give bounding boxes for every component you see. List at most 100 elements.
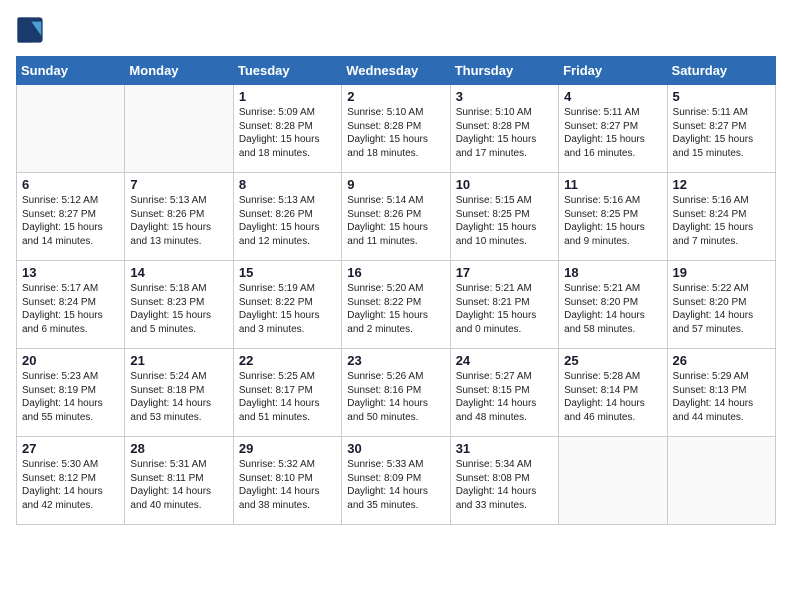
calendar-cell: 15Sunrise: 5:19 AM Sunset: 8:22 PM Dayli… [233,261,341,349]
calendar-week-row: 6 Sunrise: 5:12 AM Sunset: 8:27 PM Daylig… [17,173,776,261]
day-number: 9 [347,177,444,192]
day-number: 16 [347,265,444,280]
calendar-cell: 30Sunrise: 5:33 AM Sunset: 8:09 PM Dayli… [342,437,450,525]
day-number: 19 [673,265,770,280]
day-of-week-header: Wednesday [342,57,450,85]
calendar-cell: 9 Sunrise: 5:14 AM Sunset: 8:26 PM Daylig… [342,173,450,261]
day-of-week-header: Sunday [17,57,125,85]
day-info: Sunrise: 5:31 AM Sunset: 8:11 PM Dayligh… [130,458,227,512]
day-info: Sunrise: 5:13 AM Sunset: 8:26 PM Dayligh… [130,194,227,248]
day-info: Sunrise: 5:32 AM Sunset: 8:10 PM Dayligh… [239,458,336,512]
day-number: 1 [239,89,336,104]
day-number: 14 [130,265,227,280]
calendar-cell: 17 Sunrise: 5:21 AM Sunset: 8:21 PM Dayli… [450,261,558,349]
day-info: Sunrise: 5:16 AM Sunset: 8:24 PM Dayligh… [673,194,770,248]
calendar-week-row: 1 Sunrise: 5:09 AM Sunset: 8:28 PM Daylig… [17,85,776,173]
calendar-cell: 24 Sunrise: 5:27 AM Sunset: 8:15 PM Dayli… [450,349,558,437]
calendar-cell: 5Sunrise: 5:11 AM Sunset: 8:27 PM Daylig… [667,85,775,173]
calendar-week-row: 13 Sunrise: 5:17 AM Sunset: 8:24 PM Dayli… [17,261,776,349]
calendar-cell: 3 Sunrise: 5:10 AM Sunset: 8:28 PM Daylig… [450,85,558,173]
day-info: Sunrise: 5:10 AM Sunset: 8:28 PM Dayligh… [456,106,553,160]
day-of-week-header: Thursday [450,57,558,85]
calendar-cell: 26 Sunrise: 5:29 AM Sunset: 8:13 PM Dayli… [667,349,775,437]
day-info: Sunrise: 5:34 AM Sunset: 8:08 PM Dayligh… [456,458,553,512]
calendar-cell: 11Sunrise: 5:16 AM Sunset: 8:25 PM Dayli… [559,173,667,261]
day-number: 3 [456,89,553,104]
day-number: 21 [130,353,227,368]
calendar-week-row: 20 Sunrise: 5:23 AM Sunset: 8:19 PM Dayli… [17,349,776,437]
day-number: 18 [564,265,661,280]
day-number: 31 [456,441,553,456]
day-info: Sunrise: 5:28 AM Sunset: 8:14 PM Dayligh… [564,370,661,424]
calendar-cell [17,85,125,173]
calendar-cell [559,437,667,525]
day-number: 15 [239,265,336,280]
calendar-cell: 12 Sunrise: 5:16 AM Sunset: 8:24 PM Dayli… [667,173,775,261]
calendar-cell: 23Sunrise: 5:26 AM Sunset: 8:16 PM Dayli… [342,349,450,437]
day-info: Sunrise: 5:29 AM Sunset: 8:13 PM Dayligh… [673,370,770,424]
day-number: 22 [239,353,336,368]
day-number: 4 [564,89,661,104]
day-number: 17 [456,265,553,280]
day-info: Sunrise: 5:33 AM Sunset: 8:09 PM Dayligh… [347,458,444,512]
day-of-week-header: Friday [559,57,667,85]
day-info: Sunrise: 5:15 AM Sunset: 8:25 PM Dayligh… [456,194,553,248]
logo [16,16,48,44]
day-info: Sunrise: 5:26 AM Sunset: 8:16 PM Dayligh… [347,370,444,424]
day-of-week-header: Saturday [667,57,775,85]
day-number: 7 [130,177,227,192]
day-number: 12 [673,177,770,192]
day-number: 11 [564,177,661,192]
day-number: 13 [22,265,119,280]
calendar-cell [667,437,775,525]
day-info: Sunrise: 5:21 AM Sunset: 8:20 PM Dayligh… [564,282,661,336]
calendar-cell: 18 Sunrise: 5:21 AM Sunset: 8:20 PM Dayli… [559,261,667,349]
day-info: Sunrise: 5:20 AM Sunset: 8:22 PM Dayligh… [347,282,444,336]
calendar-header: SundayMondayTuesdayWednesdayThursdayFrid… [17,57,776,85]
calendar-cell: 27Sunrise: 5:30 AM Sunset: 8:12 PM Dayli… [17,437,125,525]
day-number: 6 [22,177,119,192]
day-info: Sunrise: 5:24 AM Sunset: 8:18 PM Dayligh… [130,370,227,424]
day-number: 29 [239,441,336,456]
day-info: Sunrise: 5:18 AM Sunset: 8:23 PM Dayligh… [130,282,227,336]
day-info: Sunrise: 5:23 AM Sunset: 8:19 PM Dayligh… [22,370,119,424]
calendar-cell: 31 Sunrise: 5:34 AM Sunset: 8:08 PM Dayli… [450,437,558,525]
day-info: Sunrise: 5:09 AM Sunset: 8:28 PM Dayligh… [239,106,336,160]
day-number: 5 [673,89,770,104]
calendar-body: 1 Sunrise: 5:09 AM Sunset: 8:28 PM Daylig… [17,85,776,525]
calendar-cell: 1 Sunrise: 5:09 AM Sunset: 8:28 PM Daylig… [233,85,341,173]
day-number: 24 [456,353,553,368]
calendar-cell: 6 Sunrise: 5:12 AM Sunset: 8:27 PM Daylig… [17,173,125,261]
day-info: Sunrise: 5:14 AM Sunset: 8:26 PM Dayligh… [347,194,444,248]
day-number: 2 [347,89,444,104]
calendar-cell: 2 Sunrise: 5:10 AM Sunset: 8:28 PM Daylig… [342,85,450,173]
calendar-cell: 22 Sunrise: 5:25 AM Sunset: 8:17 PM Dayli… [233,349,341,437]
header [16,16,776,44]
logo-icon [16,16,44,44]
day-info: Sunrise: 5:21 AM Sunset: 8:21 PM Dayligh… [456,282,553,336]
day-number: 27 [22,441,119,456]
calendar-cell: 19 Sunrise: 5:22 AM Sunset: 8:20 PM Dayli… [667,261,775,349]
day-info: Sunrise: 5:11 AM Sunset: 8:27 PM Dayligh… [564,106,661,160]
day-info: Sunrise: 5:17 AM Sunset: 8:24 PM Dayligh… [22,282,119,336]
day-number: 26 [673,353,770,368]
day-of-week-header: Tuesday [233,57,341,85]
calendar-cell [125,85,233,173]
day-number: 28 [130,441,227,456]
day-of-week-header: Monday [125,57,233,85]
calendar: SundayMondayTuesdayWednesdayThursdayFrid… [16,56,776,525]
calendar-cell: 4 Sunrise: 5:11 AM Sunset: 8:27 PM Daylig… [559,85,667,173]
calendar-cell: 21 Sunrise: 5:24 AM Sunset: 8:18 PM Dayli… [125,349,233,437]
day-number: 20 [22,353,119,368]
calendar-cell: 16 Sunrise: 5:20 AM Sunset: 8:22 PM Dayli… [342,261,450,349]
day-info: Sunrise: 5:22 AM Sunset: 8:20 PM Dayligh… [673,282,770,336]
day-info: Sunrise: 5:10 AM Sunset: 8:28 PM Dayligh… [347,106,444,160]
calendar-cell: 7 Sunrise: 5:13 AM Sunset: 8:26 PM Daylig… [125,173,233,261]
day-info: Sunrise: 5:25 AM Sunset: 8:17 PM Dayligh… [239,370,336,424]
calendar-cell: 10Sunrise: 5:15 AM Sunset: 8:25 PM Dayli… [450,173,558,261]
day-number: 8 [239,177,336,192]
calendar-cell: 13 Sunrise: 5:17 AM Sunset: 8:24 PM Dayli… [17,261,125,349]
calendar-cell: 14 Sunrise: 5:18 AM Sunset: 8:23 PM Dayli… [125,261,233,349]
day-info: Sunrise: 5:12 AM Sunset: 8:27 PM Dayligh… [22,194,119,248]
day-info: Sunrise: 5:27 AM Sunset: 8:15 PM Dayligh… [456,370,553,424]
